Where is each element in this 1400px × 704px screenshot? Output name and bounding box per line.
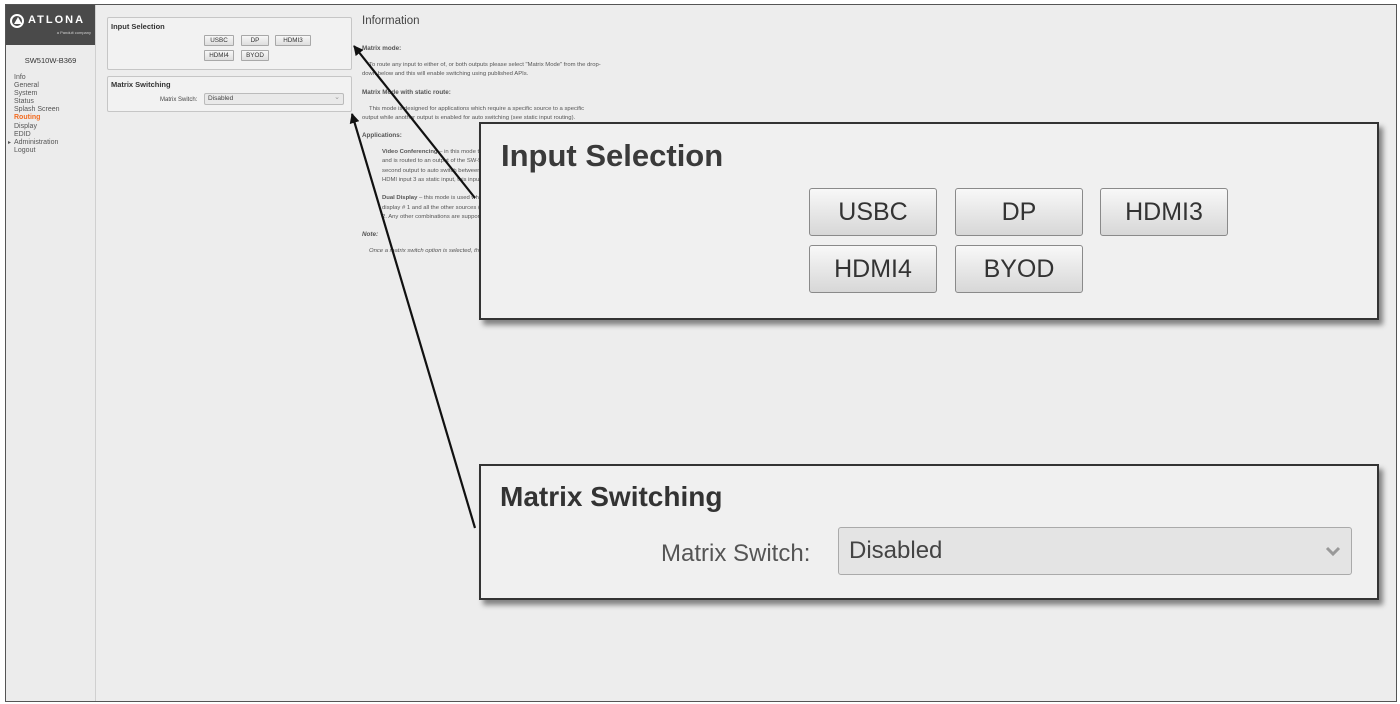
matrix-switch-label: Matrix Switch: [160, 97, 198, 103]
matrix-mode-text: To route any input to either of, or both… [362, 62, 601, 78]
sidebar-nav: Info General System Status Splash Screen… [6, 74, 95, 155]
sidebar-item-logout[interactable]: Logout [14, 147, 95, 155]
sidebar-item-general[interactable]: General [14, 82, 95, 90]
sidebar-item-edid[interactable]: EDID [14, 131, 95, 139]
sidebar-item-system[interactable]: System [14, 90, 95, 98]
callout-matrix-switch-select: Disabled [838, 527, 1352, 575]
matrix-switching-panel: Matrix Switching Matrix Switch: Disabled… [107, 76, 352, 112]
chevron-down-icon: ⌄ [334, 94, 340, 101]
sidebar-item-splash-screen[interactable]: Splash Screen [14, 106, 95, 114]
app-b-title: Dual Display [382, 195, 418, 202]
callout-matrix-switch-value: Disabled [849, 537, 943, 564]
sidebar-item-routing[interactable]: Routing [14, 114, 95, 122]
logo: ATLONA a Panduit company [6, 5, 95, 45]
callout-hdmi4-button: HDMI4 [809, 245, 937, 293]
device-name: SW510W-B369 [24, 56, 77, 65]
callout-matrix-switching-title: Matrix Switching [500, 481, 723, 512]
sidebar-item-administration[interactable]: ▸ Administration [8, 138, 95, 147]
matrix-mode-heading: Matrix mode: [362, 45, 402, 52]
atlona-logo-icon [10, 14, 24, 28]
matrix-switching-title: Matrix Switching [111, 80, 171, 89]
information-title: Information [362, 15, 420, 27]
matrix-switching-callout: Matrix Switching Matrix Switch: Disabled [479, 464, 1379, 600]
app-frame: ATLONA a Panduit company SW510W-B369 Inf… [5, 4, 1397, 702]
callout-matrix-switch-label: Matrix Switch: [661, 540, 811, 567]
sidebar-item-info[interactable]: Info [14, 74, 95, 82]
callout-byod-button: BYOD [955, 245, 1083, 293]
callout-input-selection-title: Input Selection [501, 138, 724, 173]
chevron-down-icon [1325, 546, 1341, 557]
sidebar-item-label: Administration [14, 138, 59, 146]
sidebar: ATLONA a Panduit company SW510W-B369 Inf… [6, 5, 96, 701]
caret-right-icon: ▸ [8, 139, 12, 146]
input-selection-panel: Input Selection USBC DP HDMI3 HDMI4 BYOD [107, 17, 352, 70]
matrix-switch-select[interactable]: Disabled ⌄ [204, 93, 344, 105]
input-selection-callout: Input Selection USBC DP HDMI3 HDMI4 BYOD [479, 122, 1379, 320]
callout-dp-button: DP [955, 188, 1083, 236]
input-selection-title: Input Selection [111, 22, 165, 31]
logo-subtitle: a Panduit company [56, 30, 91, 35]
input-hdmi4-button[interactable]: HDMI4 [204, 50, 234, 61]
sidebar-item-display[interactable]: Display [14, 123, 95, 131]
static-route-text: This mode is designed for applications w… [362, 105, 585, 121]
static-route-heading: Matrix Mode with static route: [362, 88, 451, 96]
logo-text: ATLONA [28, 14, 86, 26]
callout-usbc-button: USBC [809, 188, 937, 236]
sidebar-item-status[interactable]: Status [14, 98, 95, 106]
matrix-switch-value: Disabled [208, 95, 234, 102]
input-dp-button[interactable]: DP [241, 35, 269, 46]
callout-hdmi3-button: HDMI3 [1100, 188, 1228, 236]
input-byod-button[interactable]: BYOD [241, 50, 269, 61]
input-hdmi3-button[interactable]: HDMI3 [275, 35, 311, 46]
app-a-title: Video Conferencing [382, 149, 438, 156]
input-usbc-button[interactable]: USBC [204, 35, 234, 46]
